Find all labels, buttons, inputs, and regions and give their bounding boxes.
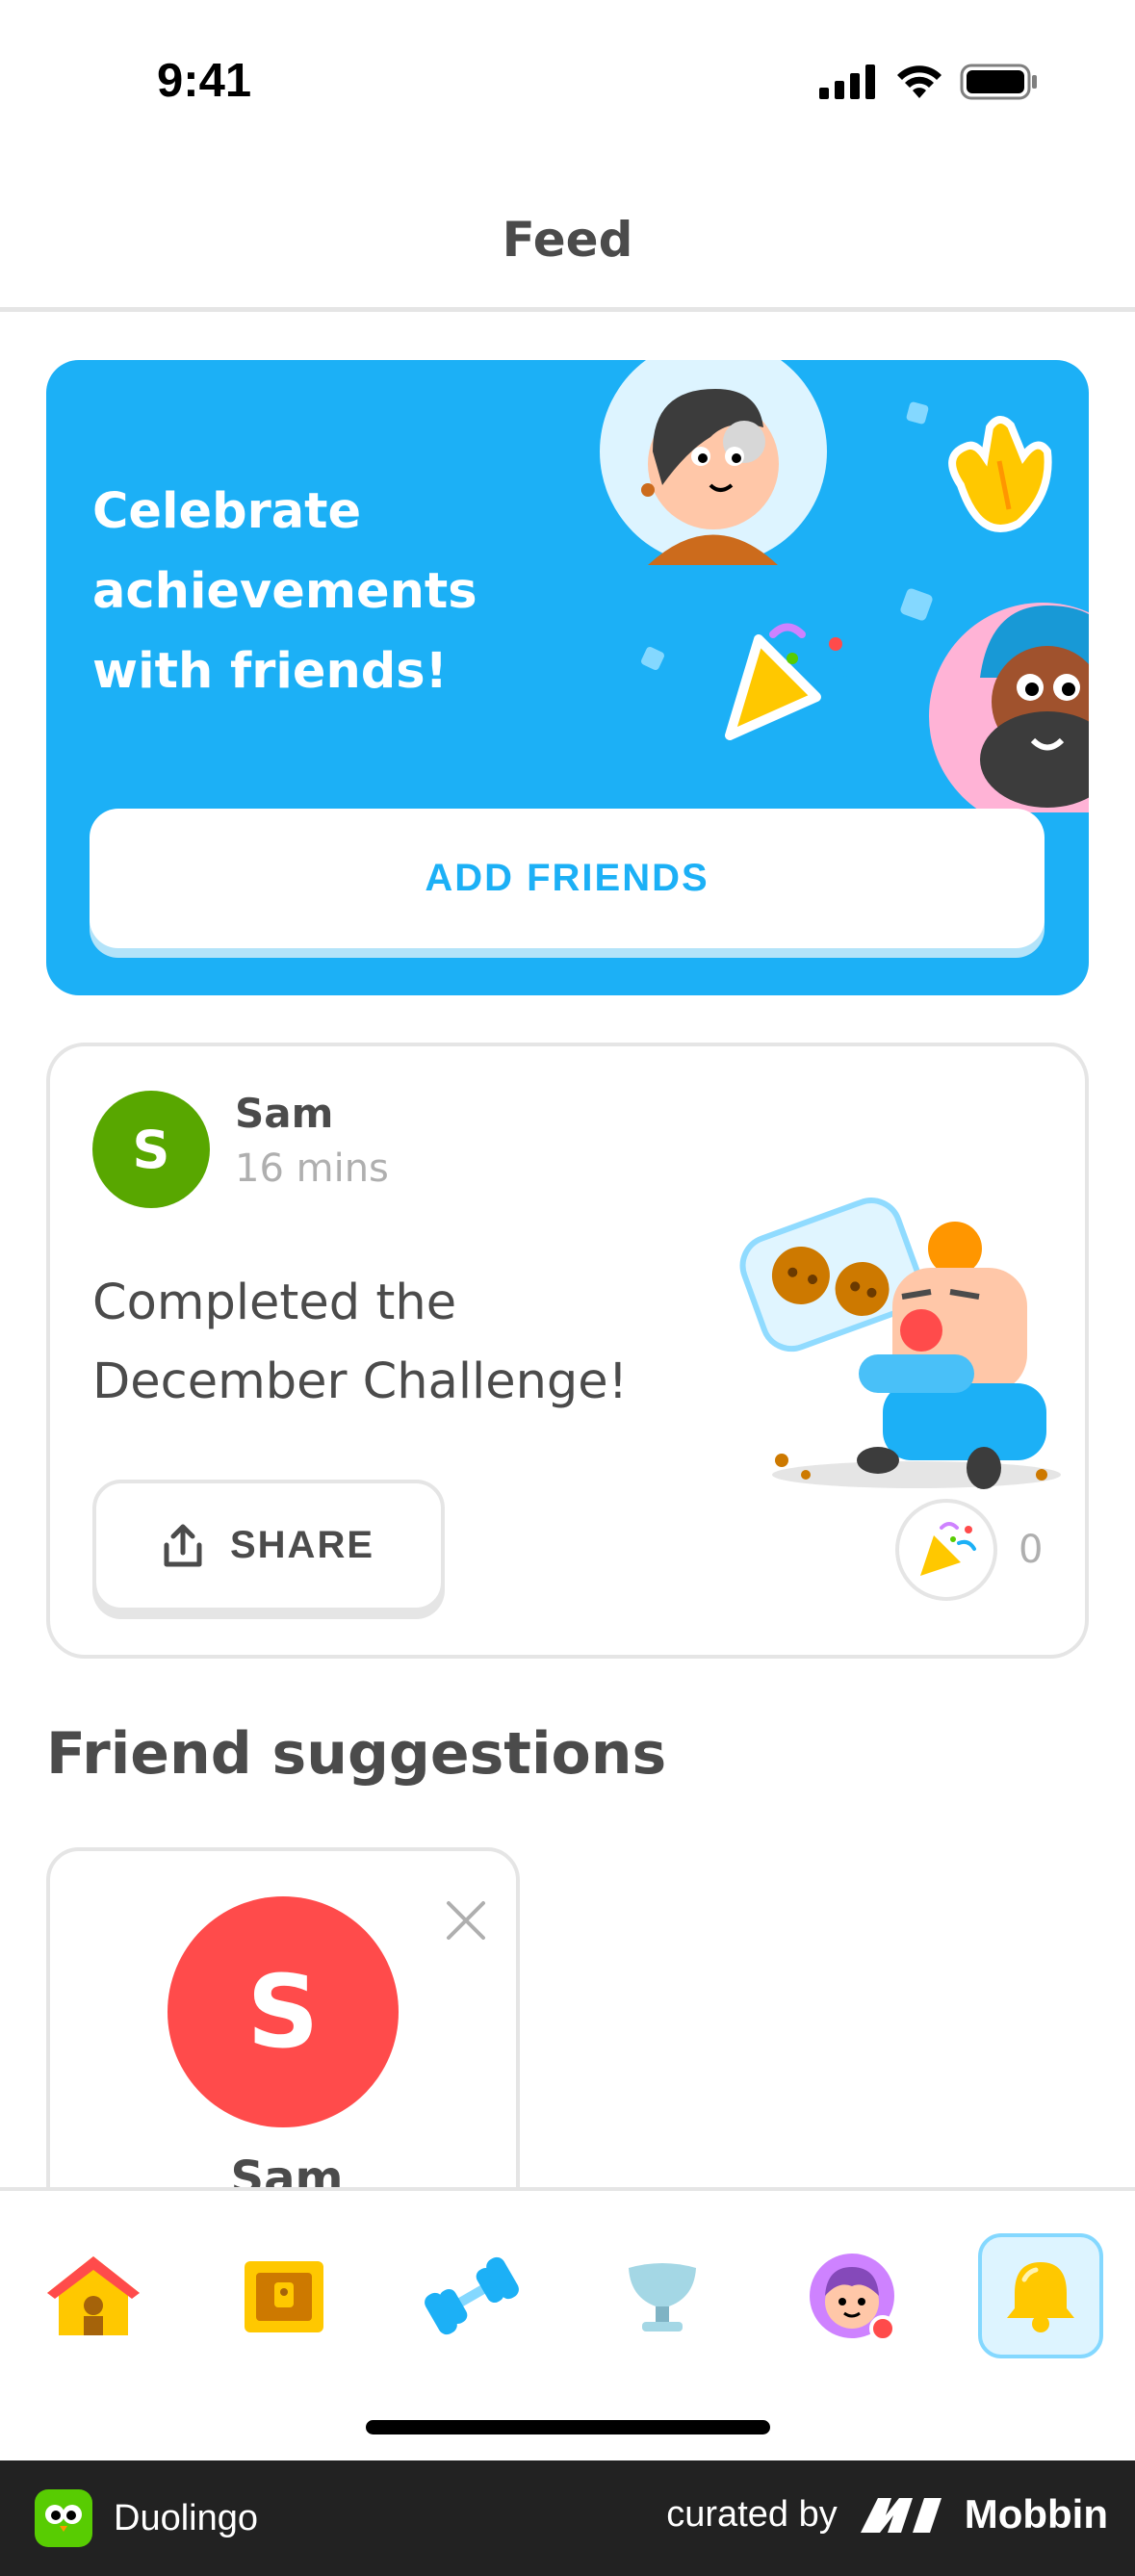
- tab-practice[interactable]: [409, 2233, 534, 2358]
- trophy-icon: [629, 2263, 696, 2331]
- post-user-name[interactable]: Sam: [235, 1090, 333, 1137]
- footer-app: Duolingo: [35, 2489, 258, 2547]
- avatar[interactable]: S: [92, 1091, 210, 1208]
- promo-text-line: with friends!: [92, 643, 448, 700]
- promo-text: Celebrate achievements with friends!: [92, 472, 593, 711]
- status-icons: [819, 64, 1039, 100]
- footer-credit: curated by Mobbin: [666, 2491, 1108, 2537]
- feed-screen: 9:41 Feed Celebrate achievements with fr…: [0, 0, 1135, 2576]
- home-icon: [47, 2256, 140, 2335]
- close-icon: [447, 1901, 485, 1940]
- footer-app-name: Duolingo: [114, 2497, 258, 2538]
- dismiss-suggestion-button[interactable]: [435, 1890, 497, 1951]
- tab-notifications[interactable]: [978, 2233, 1103, 2358]
- profile-avatar-icon: [810, 2254, 896, 2342]
- post-message-line: Completed the: [92, 1275, 457, 1331]
- friends-celebration-illustration: [600, 360, 1089, 812]
- status-time: 9:41: [157, 55, 252, 107]
- add-friends-promo-card: Celebrate achievements with friends! ADD…: [46, 360, 1089, 995]
- header-divider: [0, 307, 1135, 312]
- page-title: Feed: [502, 212, 633, 268]
- tab-home[interactable]: [31, 2233, 156, 2358]
- cellular-signal-icon: [819, 64, 875, 99]
- cookie-jar-character-illustration: [739, 1198, 1061, 1489]
- reaction-count: 0: [1019, 1528, 1044, 1572]
- feed-post-card: S Sam 16 mins Completed the December Cha…: [46, 1043, 1089, 1659]
- promo-text-line: achievements: [92, 563, 477, 620]
- promo-text-line: Celebrate: [92, 483, 362, 540]
- post-message-line: December Challenge!: [92, 1353, 629, 1410]
- share-icon: [164, 1524, 202, 1566]
- tab-profile[interactable]: [789, 2233, 915, 2358]
- dumbbell-icon: [425, 2256, 519, 2335]
- share-button[interactable]: SHARE: [92, 1480, 445, 1611]
- share-label: SHARE: [229, 1524, 375, 1566]
- wifi-icon: [897, 65, 942, 98]
- bell-icon: [1007, 2262, 1074, 2332]
- tab-treasure[interactable]: [221, 2233, 347, 2358]
- add-friends-button[interactable]: ADD FRIENDS: [90, 809, 1045, 948]
- mobbin-brand: Mobbin: [964, 2491, 1108, 2537]
- tab-leaderboards[interactable]: [600, 2233, 725, 2358]
- post-message: Completed the December Challenge!: [92, 1264, 689, 1422]
- curated-by-text: curated by: [666, 2493, 838, 2535]
- friend-suggestions-title: Friend suggestions: [46, 1720, 667, 1788]
- footer-banner: Duolingo curated by Mobbin: [0, 2460, 1135, 2576]
- celebrate-reaction-button[interactable]: [895, 1499, 997, 1601]
- duolingo-logo-icon: [35, 2489, 92, 2547]
- battery-icon: [960, 64, 1037, 100]
- party-popper-icon: [920, 1522, 976, 1576]
- home-indicator: [366, 2420, 770, 2434]
- mobbin-logo-icon: [860, 2498, 942, 2533]
- avatar[interactable]: S: [168, 1896, 399, 2127]
- treasure-chest-icon: [245, 2261, 323, 2332]
- post-timestamp: 16 mins: [235, 1146, 389, 1191]
